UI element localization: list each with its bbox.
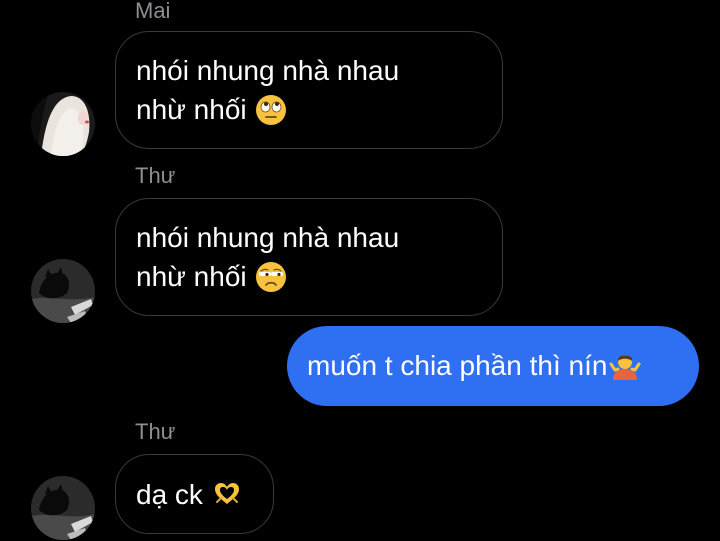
- avatar-mai-image: [31, 92, 95, 156]
- avatar-thu-image: [31, 259, 95, 323]
- avatar-thu-image: [31, 476, 95, 540]
- message-line-text: muốn t chia phần thì nín: [307, 350, 608, 381]
- message-bubble-outgoing[interactable]: muốn t chia phần thì nín: [287, 326, 699, 406]
- message-bubble-mai[interactable]: nhói nhung nhà nhau nhừ nhối: [115, 31, 503, 149]
- message-line: nhói nhung nhà nhau: [136, 222, 400, 253]
- person-shrugging-icon: [609, 355, 641, 380]
- message-line-with-emoji: dạ ck: [136, 475, 243, 514]
- avatar-thu[interactable]: [31, 259, 95, 323]
- sender-name-thu: Thư: [135, 163, 176, 188]
- message-line-text: nhừ nhối: [136, 261, 247, 292]
- sender-name-mai: Mai: [135, 0, 171, 23]
- unamused-face-icon: [255, 261, 286, 292]
- message-line-text: dạ ck: [136, 478, 203, 510]
- avatar-thu[interactable]: [31, 476, 95, 540]
- heart-hands-icon: [214, 483, 239, 504]
- message-bubble-thu-2[interactable]: dạ ck: [115, 454, 274, 534]
- message-line-text: nhừ nhối: [136, 94, 247, 125]
- message-line-with-emoji: nhừ nhối: [136, 90, 482, 129]
- face-with-rolling-eyes-icon: [255, 94, 286, 125]
- message-line-with-emoji: muốn t chia phần thì nín: [307, 350, 641, 382]
- message-line-with-emoji: nhừ nhối: [136, 257, 482, 296]
- message-bubble-thu-1[interactable]: nhói nhung nhà nhau nhừ nhối: [115, 198, 503, 316]
- sender-name-thu: Thư: [135, 419, 176, 444]
- message-line: nhói nhung nhà nhau: [136, 55, 400, 86]
- avatar-mai[interactable]: [31, 92, 95, 156]
